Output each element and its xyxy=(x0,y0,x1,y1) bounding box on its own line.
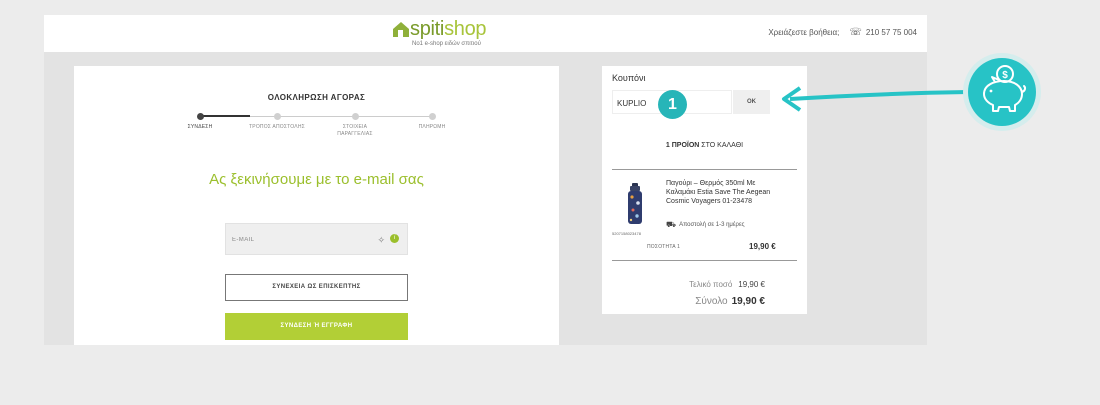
site-header: spitishop Νο1 e-shop ειδών σπιτιού Χρειά… xyxy=(44,15,927,52)
product-sku: 5207158023478 xyxy=(612,231,641,236)
page-frame: spitishop Νο1 e-shop ειδών σπιτιού Χρειά… xyxy=(44,15,927,345)
truck-icon: ⛟ xyxy=(666,220,677,229)
cart-summary: Κουπόνι OK 1 1 ΠΡΟΪΟΝ ΣΤΟ ΚΑΛΑΘΙ 5207158… xyxy=(602,66,807,314)
product-image[interactable] xyxy=(627,183,643,225)
divider xyxy=(612,169,797,170)
total-label: Σύνολο xyxy=(695,296,728,307)
step-order-details: ΣΤΟΙΧΕΙΑ ΠΑΡΑΓΓΕΛΙΑΣ xyxy=(325,113,385,138)
step-label: ΠΛΗΡΩΜΗ xyxy=(418,124,446,130)
checkout-panel: ΟΛΟΚΛΗΡΩΣΗ ΑΓΟΡΑΣ ΣΥΝΔΕΣΗ ΤΡΟΠΟΣ ΑΠΟΣΤΟΛ… xyxy=(74,66,559,345)
house-icon xyxy=(393,22,409,37)
checkout-heading: Ας ξεκινήσουμε με το e-mail σας xyxy=(209,171,424,188)
final-amount-label: Τελικό ποσό xyxy=(689,280,733,289)
step-shipping: ΤΡΟΠΟΣ ΑΠΟΣΤΟΛΗΣ xyxy=(247,113,307,131)
product-price: 19,90 € xyxy=(749,242,776,251)
email-field: ✧ i xyxy=(225,223,408,256)
step-payment: ΠΛΗΡΩΜΗ xyxy=(402,113,462,131)
piggy-bank-icon: $ xyxy=(968,58,1036,126)
step-label: ΤΡΟΠΟΣ ΑΠΟΣΤΟΛΗΣ xyxy=(249,124,305,130)
product-name[interactable]: Παγούρι – Θερμός 350ml Με Καλαμάκι Estia… xyxy=(666,179,786,206)
checkout-title: ΟΛΟΚΛΗΡΩΣΗ ΑΓΟΡΑΣ xyxy=(267,93,366,102)
step-dot xyxy=(196,113,204,120)
total-row: Σύνολο 19,90 € xyxy=(695,296,765,307)
coupon-ok-button[interactable]: OK xyxy=(733,90,770,114)
login-register-button[interactable]: ΣΥΝΔΕΣΗ Ή ΕΓΓΡΑΦΗ xyxy=(225,313,408,340)
email-input[interactable] xyxy=(226,224,364,256)
step-dot xyxy=(273,113,281,120)
step-dot xyxy=(428,113,436,120)
product-quantity: ΠΟΣΟΤΗΤΑ 1 xyxy=(647,244,681,250)
shipping-text: Αποστολή σε 1-3 ημέρες xyxy=(679,222,745,228)
phone-icon: ☏ xyxy=(849,27,862,38)
total-value: 19,90 € xyxy=(731,296,765,307)
info-icon[interactable]: i xyxy=(390,234,399,243)
logo-tagline: Νο1 e-shop ειδών σπιτιού xyxy=(412,41,481,47)
logo-text: spitishop xyxy=(410,18,487,40)
phone-number[interactable]: 210 57 75 004 xyxy=(866,28,917,37)
site-logo[interactable]: spitishop Νο1 e-shop ειδών σπιτιού xyxy=(392,18,492,50)
divider xyxy=(612,260,797,261)
cart-item-count: 1 ΠΡΟΪΟΝ ΣΤΟ ΚΑΛΑΘΙ xyxy=(602,142,807,149)
shipping-info: ⛟ Αποστολή σε 1-3 ημέρες xyxy=(666,220,745,230)
piggy-bank-graphic: $ xyxy=(983,65,1027,112)
cart-count-text: ΣΤΟ ΚΑΛΑΘΙ xyxy=(701,142,744,149)
step-login: ΣΥΝΔΕΣΗ xyxy=(170,113,230,131)
password-manager-icon[interactable]: ✧ xyxy=(377,235,385,246)
final-amount-row: Τελικό ποσό 19,90 € xyxy=(689,280,765,289)
step-label: ΣΤΟΙΧΕΙΑ ΠΑΡΑΓΓΕΛΙΑΣ xyxy=(337,124,373,137)
final-amount-value: 19,90 € xyxy=(738,280,765,289)
step-number-badge: 1 xyxy=(658,90,687,119)
checkout-steps: ΣΥΝΔΕΣΗ ΤΡΟΠΟΣ ΑΠΟΣΤΟΛΗΣ ΣΤΟΙΧΕΙΑ ΠΑΡΑΓΓ… xyxy=(188,113,445,153)
guest-checkout-button[interactable]: ΣΥΝΕΧΕΙΑ ΩΣ ΕΠΙΣΚΕΠΤΗΣ xyxy=(225,274,408,301)
help-label: Χρειάζεστε βοήθεια; xyxy=(768,28,840,37)
step-label: ΣΥΝΔΕΣΗ xyxy=(187,124,213,130)
step-dot xyxy=(351,113,359,120)
cart-count-number: 1 ΠΡΟΪΟΝ xyxy=(665,142,700,149)
coupon-label: Κουπόνι xyxy=(612,73,646,83)
help-contact: Χρειάζεστε βοήθεια; ☏ 210 57 75 004 xyxy=(768,27,917,38)
svg-text:$: $ xyxy=(1002,70,1008,81)
